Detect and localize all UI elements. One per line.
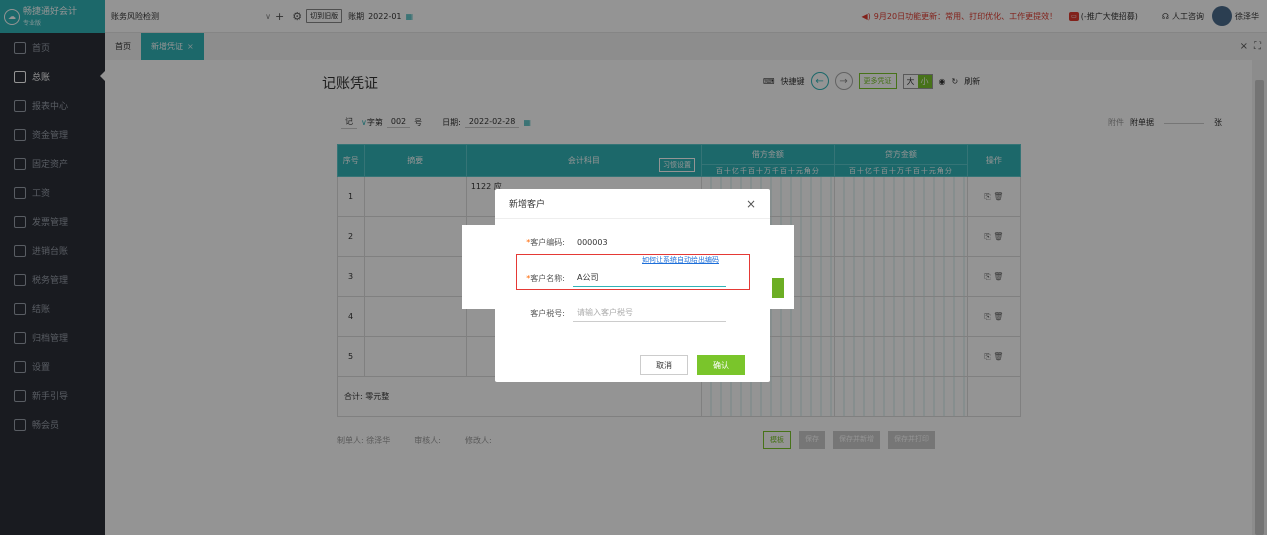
customer-tax-row: 客户税号: 请输入客户税号	[515, 304, 726, 322]
dialog-title: 新增客户	[509, 200, 546, 210]
new-customer-dialog: 新增客户 × *客户编码: 000003 如何让系统自动给出编码 *客户名称: …	[495, 189, 770, 382]
customer-tax-label: 客户税号:	[530, 308, 565, 318]
close-icon[interactable]: ×	[746, 197, 756, 211]
highlight-box	[516, 254, 750, 290]
cancel-button[interactable]: 取消	[640, 355, 688, 375]
customer-code-value[interactable]: 000003	[573, 235, 612, 250]
customer-tax-input[interactable]: 请输入客户税号	[573, 304, 726, 322]
dropdown-confirm-button	[772, 278, 784, 298]
customer-code-label: 客户编码:	[530, 238, 565, 247]
confirm-button[interactable]: 确认	[697, 355, 745, 375]
customer-code-row: *客户编码: 000003	[515, 235, 612, 250]
